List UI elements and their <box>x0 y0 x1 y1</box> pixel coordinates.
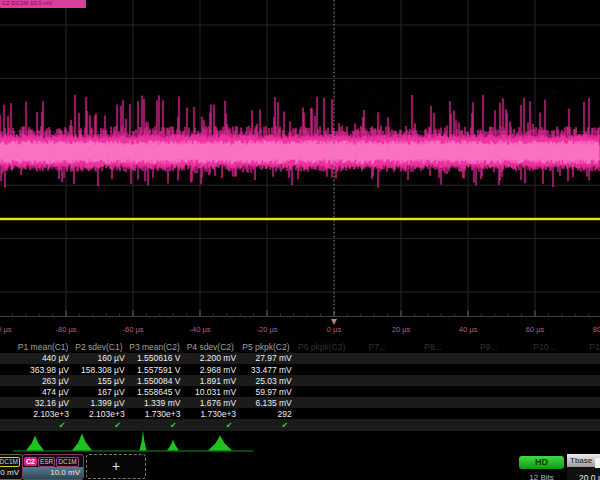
time-axis-label: -60 µs <box>123 325 144 334</box>
param-header: P2 sdev(C1) <box>75 342 122 352</box>
param-status-ok-icon: ✔ <box>170 421 177 430</box>
param-value: 6.135 mV <box>238 398 292 408</box>
param-header: P5 pkpk(C2) <box>242 342 289 352</box>
time-axis-label: -100 µs <box>0 325 12 334</box>
trace-label-badge[interactable]: C2 DC1M 10.0 mV <box>0 0 86 8</box>
time-axis-label: -40 µs <box>190 325 211 334</box>
param-value: 363.98 µV <box>15 365 69 375</box>
param-value: 1.550084 V <box>126 376 180 386</box>
channel-c1-descriptor[interactable]: DC1M 10.0 mV <box>0 454 23 480</box>
param-value: 59.97 mV <box>238 387 292 397</box>
c1-coupling-badge: DC1M <box>0 457 20 467</box>
next-panel-sliver <box>595 458 600 468</box>
param-value: 33.477 mV <box>238 365 292 375</box>
param-value: 155 µV <box>71 376 125 386</box>
param-value: 1.399 µV <box>71 398 125 408</box>
time-axis-label: 0 µs <box>327 325 341 334</box>
param-value: 440 µV <box>15 353 69 363</box>
add-trace-button[interactable]: + <box>86 454 146 479</box>
param-header: P8... <box>424 342 441 352</box>
param-header: P3 mean(C2) <box>129 342 180 352</box>
table-row-stripe <box>0 419 600 431</box>
trigger-time-marker-icon <box>331 319 337 325</box>
param-value: 292 <box>238 409 292 419</box>
param-value: 1.558645 V <box>126 387 180 397</box>
time-axis-label: 40 µs <box>459 325 478 334</box>
time-axis-label: -20 µs <box>257 325 278 334</box>
c2-scale-value: 10.0 mV <box>23 467 83 479</box>
time-axis-label: 60 µs <box>526 325 545 334</box>
time-axis: -100 µs -80 µs -60 µs -40 µs -20 µs 0 µs 20 µs… <box>0 325 600 336</box>
param-value: 160 µV <box>71 353 125 363</box>
param-header: P6 pkpk(C3) <box>298 342 345 352</box>
param-value: 1.891 mV <box>182 376 236 386</box>
param-value: 1.557591 V <box>126 365 180 375</box>
time-axis-label: -80 µs <box>56 325 77 334</box>
hd-mode-badge[interactable]: HD <box>519 456 564 469</box>
param-value: 10.031 mV <box>182 387 236 397</box>
c2-coupling-badge: DC1M <box>56 457 78 467</box>
param-value: 2.103e+3 <box>15 409 69 419</box>
param-header: P11... <box>589 342 600 352</box>
param-header: P10... <box>533 342 555 352</box>
param-value: 1.550616 V <box>126 353 180 363</box>
param-header: P7... <box>369 342 386 352</box>
c2-label: C2 <box>24 457 37 466</box>
param-header: P9... <box>480 342 497 352</box>
param-status-ok-icon: ✔ <box>226 421 233 430</box>
param-value: 158.308 µV <box>71 365 125 375</box>
param-value: 2.968 mV <box>182 365 236 375</box>
param-value: 1.730e+3 <box>126 409 180 419</box>
oscilloscope-screen: C2 DC1M 10.0 mV -100 µs -80 µs -60 µs -40 µ… <box>0 0 600 480</box>
param-value: 2.200 mV <box>182 353 236 363</box>
param-status-ok-icon: ✔ <box>114 421 121 430</box>
bits-label: 12 Bits <box>519 473 564 480</box>
param-value: 32.16 µV <box>15 398 69 408</box>
param-value: 263 µV <box>15 376 69 386</box>
timebase-value: 20.0 µs <box>579 473 600 480</box>
param-value: 27.97 mV <box>238 353 292 363</box>
param-status-ok-icon: ✔ <box>281 421 288 430</box>
param-value: 25.03 mV <box>238 376 292 386</box>
c1-scale-value: 10.0 mV <box>0 467 22 479</box>
param-header: P4 sdev(C2) <box>187 342 234 352</box>
param-value: 1.730e+3 <box>182 409 236 419</box>
channel-c2-descriptor[interactable]: C2 ESR DC1M 10.0 mV <box>22 454 84 480</box>
param-value: 2.103e+3 <box>71 409 125 419</box>
param-status-ok-icon: ✔ <box>59 421 66 430</box>
time-axis-label: 20 µs <box>392 325 411 334</box>
param-header: P1 mean(C1) <box>18 342 69 352</box>
trace-label-text: C2 DC1M 10.0 mV <box>0 0 86 8</box>
param-value: 474 µV <box>15 387 69 397</box>
param-value: 1.339 mV <box>126 398 180 408</box>
param-value: 1.676 mV <box>182 398 236 408</box>
time-axis-label: 80 µs <box>593 325 600 334</box>
param-value: 167 µV <box>71 387 125 397</box>
c2-esr-badge: ESR <box>38 457 55 467</box>
